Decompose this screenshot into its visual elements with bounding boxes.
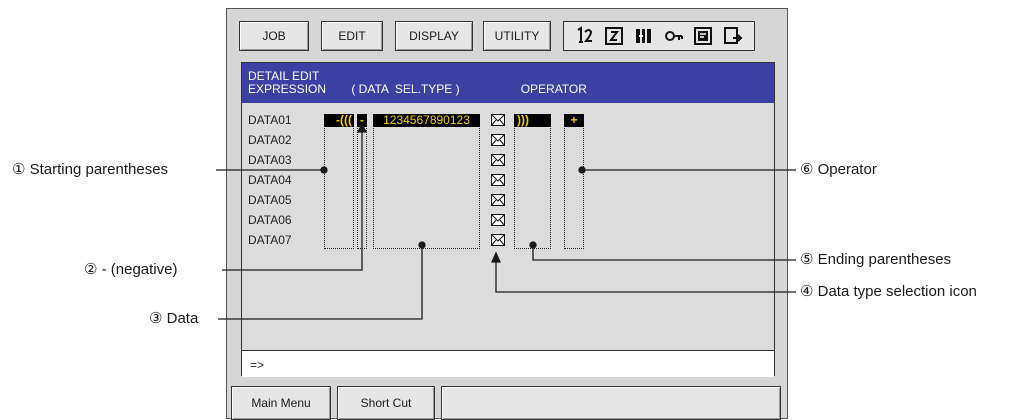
callout-data: ③ Data <box>149 310 199 327</box>
callout-operator: ⑥ Operator <box>800 161 877 178</box>
callout-data-type-selection-icon: ④ Data type selection icon <box>800 283 977 300</box>
callout-ending-parentheses: ⑤ Ending parentheses <box>800 251 952 268</box>
callout-starting-parentheses: ① Starting parentheses <box>12 161 169 178</box>
callout-lines <box>216 122 796 320</box>
callout-negative: ② - (negative) <box>84 261 178 278</box>
